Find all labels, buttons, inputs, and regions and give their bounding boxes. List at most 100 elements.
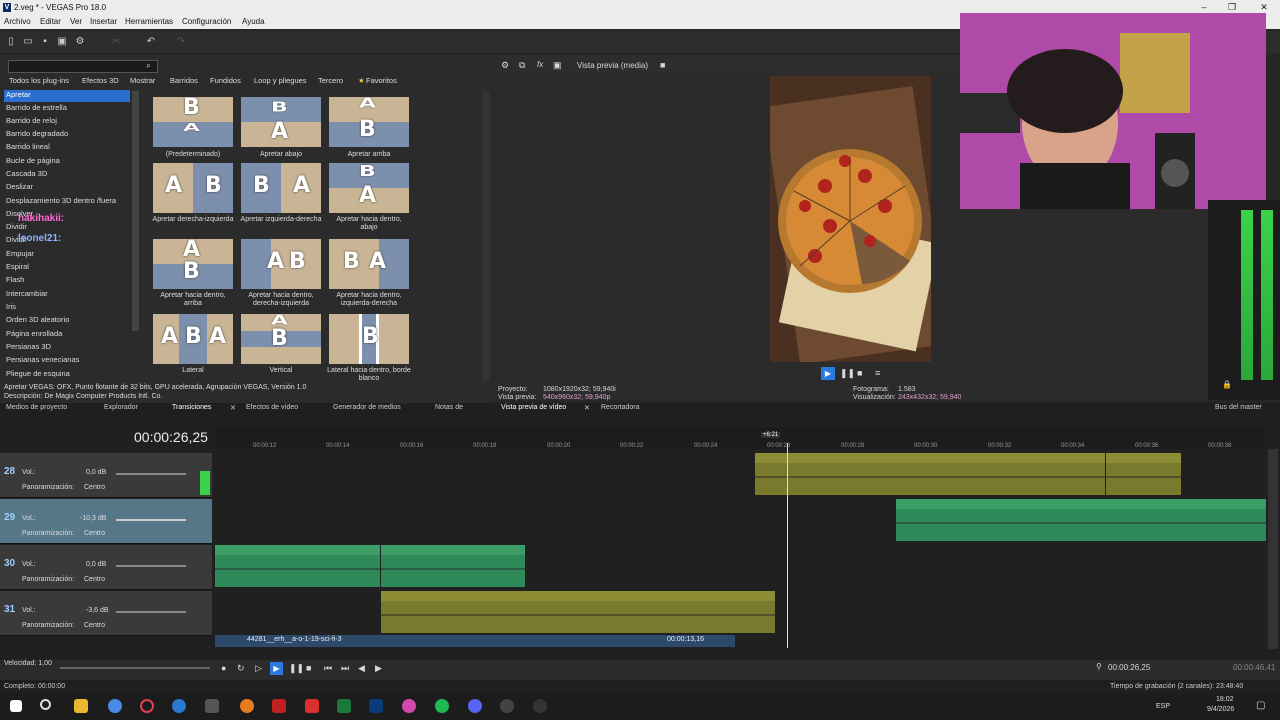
video-app-icon[interactable] — [272, 699, 286, 713]
fx-tab-favoritos[interactable]: Favoritos — [366, 76, 397, 88]
menu-herramientas[interactable]: Herramientas — [125, 17, 173, 26]
preset-thumbnail[interactable]: BA — [329, 239, 409, 289]
fx-tab-barridos[interactable]: Barridos — [170, 76, 198, 88]
audio-clip[interactable]: 44281__erh__a-o-1-19-sci-fi-3 00:00:13,1… — [215, 635, 735, 647]
search-icon[interactable] — [40, 699, 51, 710]
play-from-start-icon[interactable]: ▷ — [255, 663, 262, 674]
fx-item[interactable]: Pliegue de esquina — [6, 369, 70, 381]
gear-icon[interactable]: ⚙ — [501, 60, 509, 71]
track-header[interactable]: 29 Vol.: -10,3 dB Panoramización: Centro — [0, 499, 212, 544]
fx-tab-fundidos[interactable]: Fundidos — [210, 76, 241, 88]
tab-media-generators[interactable]: Generador de medios — [333, 404, 401, 411]
timeline-scrollbar[interactable] — [1268, 449, 1278, 649]
menu-icon[interactable]: ≡ — [875, 368, 880, 378]
app-icon[interactable] — [533, 699, 547, 713]
cut-icon[interactable]: ✂ — [110, 36, 122, 48]
tab-video-fx[interactable]: Efectos de vídeo — [246, 404, 298, 411]
menu-configuracion[interactable]: Configuración — [182, 17, 231, 26]
fx-tab-3d[interactable]: Efectos 3D — [82, 76, 119, 88]
next-frame-icon[interactable]: ▶ — [375, 663, 382, 674]
fx-item[interactable]: Barrido de reloj — [6, 116, 57, 128]
fx-item[interactable]: Deslizar — [6, 182, 33, 194]
vegas-taskbar-icon[interactable] — [369, 699, 383, 713]
app-icon[interactable] — [402, 699, 416, 713]
speed-slider[interactable] — [60, 667, 210, 669]
audio-clip[interactable]: 65400__fir — [1106, 453, 1181, 495]
preview-quality-dropdown[interactable]: Vista previa (media) — [577, 61, 648, 70]
close-button[interactable]: ✕ — [1256, 2, 1272, 13]
save-as-icon[interactable]: ▣ — [56, 36, 68, 48]
preset-thumbnail[interactable]: AB — [153, 163, 233, 213]
thumbnails-scrollbar[interactable] — [482, 91, 490, 381]
search-icon[interactable]: ⌕ — [146, 60, 151, 71]
volume-slider[interactable] — [116, 565, 186, 567]
tab-project-media[interactable]: Medios de proyecto — [6, 404, 67, 411]
menu-insertar[interactable]: Insertar — [90, 17, 117, 26]
play-button[interactable]: ▶ — [821, 367, 835, 380]
playhead[interactable] — [787, 443, 788, 648]
stop-button[interactable]: ■ — [857, 368, 862, 378]
obs-icon[interactable] — [500, 699, 514, 713]
lock-icon[interactable]: 🔒 — [1222, 380, 1232, 389]
notifications-icon[interactable]: ▢ — [1256, 700, 1265, 711]
fx-item[interactable]: Barrido degradado — [6, 129, 68, 141]
fx-item[interactable]: Persianas 3D — [6, 342, 51, 354]
preset-thumbnail[interactable]: AB — [241, 239, 321, 289]
fx-item[interactable]: Bucle de página — [6, 156, 60, 168]
audio-clip[interactable]: 547468__moulaythami__drone-ambience-c — [215, 545, 380, 587]
audio-clip[interactable]: RATM Bulls On Parade Guitar Master Track… — [381, 591, 775, 633]
save-icon[interactable]: ▪ — [39, 36, 51, 48]
audio-clip[interactable]: NEIGHBORHOOD-DAY-AMBIENCE-ROOMTONE-CITY-… — [896, 499, 1266, 541]
tab-explorer[interactable]: Explorador — [104, 404, 138, 411]
track-header[interactable]: 31 Vol.: -3,6 dB Panoramización: Centro — [0, 591, 212, 636]
fx-tab-loop[interactable]: Loop y pliegues — [254, 76, 307, 88]
preset-thumbnail[interactable]: B — [329, 314, 409, 364]
undo-icon[interactable]: ↶ — [145, 36, 157, 48]
fx-item[interactable]: Espiral — [6, 262, 29, 274]
fx-item[interactable]: Persianas venecianas — [6, 355, 79, 367]
opera-icon[interactable] — [140, 699, 154, 713]
tab-notes[interactable]: Notas de — [435, 404, 463, 411]
windows-start-icon[interactable] — [10, 700, 22, 712]
go-end-icon[interactable]: ⏭ — [341, 663, 349, 674]
preset-thumbnail[interactable]: BA — [153, 97, 233, 147]
volume-slider[interactable] — [116, 519, 186, 521]
preset-thumbnail[interactable]: AB — [329, 97, 409, 147]
fx-item[interactable]: Orden 3D aleatorio — [6, 315, 69, 327]
fx-item[interactable]: Apretar — [4, 90, 130, 102]
preset-thumbnail[interactable]: ABA — [153, 314, 233, 364]
app-icon[interactable] — [205, 699, 219, 713]
discord-icon[interactable] — [468, 699, 482, 713]
overlay-icon[interactable]: ▣ — [553, 60, 562, 71]
fx-tab-all[interactable]: Todos los plug-ins — [9, 76, 69, 88]
app-icon[interactable] — [240, 699, 254, 713]
fx-item[interactable]: Flash — [6, 275, 24, 287]
pause-button[interactable]: ❚❚ — [840, 368, 855, 379]
volume-slider[interactable] — [116, 611, 186, 613]
fx-item[interactable]: Barrido lineal — [6, 142, 50, 154]
loop-icon[interactable]: ↻ — [237, 663, 245, 674]
audio-clip[interactable]: 547468__moulaythami__drone-a — [381, 545, 525, 587]
stop-button[interactable]: ■ — [306, 663, 311, 673]
audio-clip[interactable]: Guitar Hero 3 - _Bulls on Parade_ Expert… — [755, 453, 1105, 495]
tab-trimmer[interactable]: Recortadora — [601, 404, 640, 411]
tab-video-preview[interactable]: Vista previa de vídeo — [501, 404, 566, 411]
file-explorer-icon[interactable] — [74, 699, 88, 713]
fx-list-scrollbar[interactable] — [132, 91, 139, 331]
fx-item[interactable]: Intercambiar — [6, 289, 48, 301]
play-button[interactable]: ▶ — [270, 662, 283, 675]
fx-search-input[interactable] — [8, 60, 158, 73]
app-icon[interactable] — [305, 699, 319, 713]
chrome-icon[interactable] — [108, 699, 122, 713]
preset-thumbnail[interactable]: BA — [241, 163, 321, 213]
menu-ver[interactable]: Ver — [70, 17, 82, 26]
clock-time[interactable]: 18:02 — [1216, 696, 1234, 703]
tab-master-bus[interactable]: Bus del master — [1215, 404, 1262, 411]
fx-tab-mostrar[interactable]: Mostrar — [130, 76, 155, 88]
tab-transitions[interactable]: Transiciones — [172, 404, 211, 411]
clock-date[interactable]: 9/4/2026 — [1207, 706, 1234, 713]
close-icon[interactable]: ✕ — [230, 404, 236, 412]
minimize-button[interactable]: – — [1196, 2, 1212, 13]
track-header[interactable]: 30 Vol.: 0,0 dB Panoramización: Centro — [0, 545, 212, 590]
maximize-button[interactable]: ❐ — [1224, 2, 1240, 13]
